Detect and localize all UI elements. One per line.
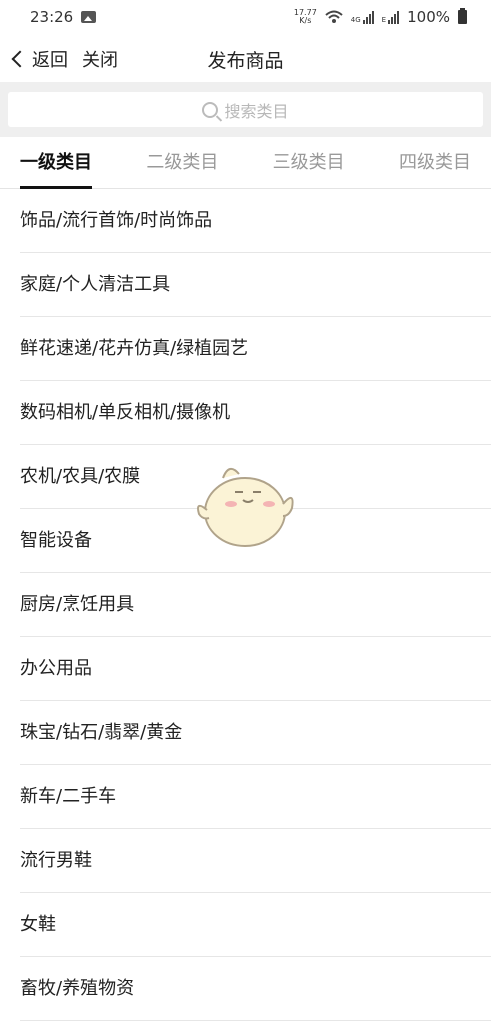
signal-label-e: E: [381, 15, 387, 24]
category-item[interactable]: 厨房/烹饪用具: [20, 573, 491, 637]
category-item[interactable]: 数码相机/单反相机/摄像机: [20, 381, 491, 445]
signal-label-4g: 4G: [350, 15, 361, 24]
tab-level-2[interactable]: 二级类目: [146, 137, 218, 189]
category-item[interactable]: 鲜花速递/花卉仿真/绿植园艺: [20, 317, 491, 381]
status-bar: 23:26 17.77 K/s 4G E 100%: [0, 0, 491, 34]
search-area: 搜索类目: [0, 82, 491, 137]
category-item[interactable]: 流行男鞋: [20, 829, 491, 893]
tab-level-4[interactable]: 四级类目: [399, 137, 471, 189]
navigation-bar: 返回 关闭 发布商品: [0, 34, 491, 82]
signal-icon: 4G: [350, 10, 374, 24]
tab-level-1[interactable]: 一级类目: [20, 137, 92, 189]
battery-icon: [458, 8, 467, 24]
status-left: 23:26: [30, 8, 97, 26]
tab-level-3[interactable]: 三级类目: [273, 137, 345, 189]
status-right: 17.77 K/s 4G E 100%: [294, 8, 467, 26]
image-icon: [81, 11, 97, 23]
category-item[interactable]: 办公用品: [20, 637, 491, 701]
category-item[interactable]: 珠宝/钻石/翡翠/黄金: [20, 701, 491, 765]
search-input[interactable]: 搜索类目: [8, 92, 483, 127]
page-title: 发布商品: [207, 50, 284, 72]
category-item[interactable]: 畜牧/养殖物资: [20, 957, 491, 1021]
category-item[interactable]: 家庭/个人清洁工具: [20, 253, 491, 317]
search-placeholder: 搜索类目: [224, 101, 289, 121]
category-list: 饰品/流行首饰/时尚饰品 家庭/个人清洁工具 鲜花速递/花卉仿真/绿植园艺 数码…: [0, 189, 491, 1021]
net-speed: 17.77 K/s: [294, 9, 317, 25]
wifi-icon: [325, 10, 343, 23]
battery-text: 100%: [407, 8, 450, 26]
category-item[interactable]: 女鞋: [20, 893, 491, 957]
status-time: 23:26: [30, 8, 74, 26]
category-item[interactable]: 新车/二手车: [20, 765, 491, 829]
category-tabs: 一级类目 二级类目 三级类目 四级类目: [0, 137, 491, 189]
search-icon: [202, 101, 219, 118]
net-speed-unit: K/s: [299, 16, 312, 25]
floating-mascot-icon[interactable]: [195, 460, 295, 552]
category-item[interactable]: 饰品/流行首饰/时尚饰品: [20, 189, 491, 253]
signal-icon-2: E: [381, 10, 400, 24]
